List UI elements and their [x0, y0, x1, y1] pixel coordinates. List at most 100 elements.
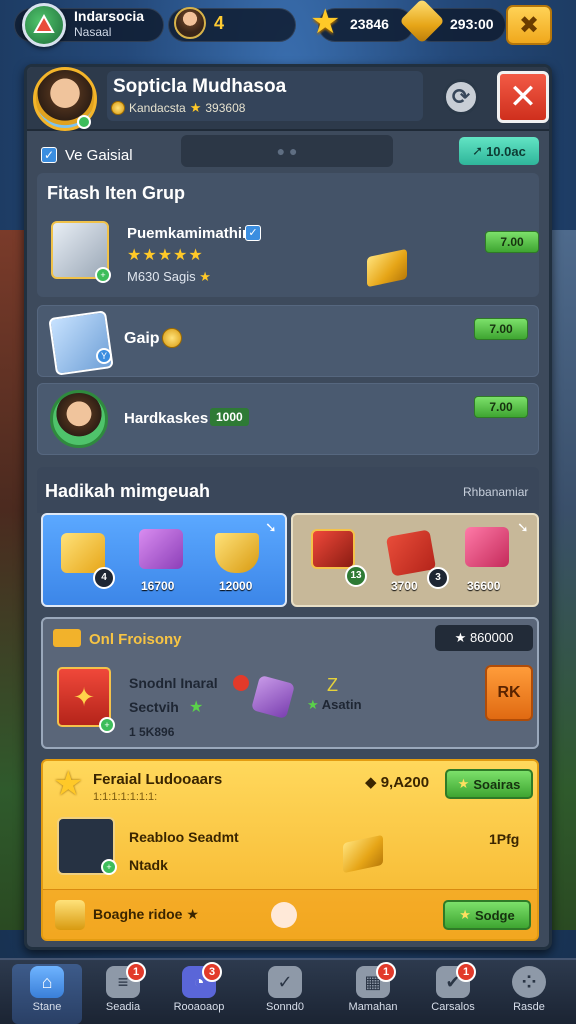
notification-badge: 1: [376, 962, 396, 982]
special-title: Feraial Ludooaars: [93, 771, 223, 788]
gift-box-icon: [61, 533, 105, 573]
star-icon: ★: [457, 776, 470, 791]
arrow-icon: ➚: [472, 143, 484, 158]
refresh-button[interactable]: ⟳: [443, 79, 479, 115]
top-close-button[interactable]: ✖: [506, 5, 552, 45]
item-badge-icon: +: [95, 267, 111, 283]
featured-title: Fitash Iten Grup: [47, 183, 186, 203]
ticket-icon: [53, 629, 81, 647]
featured-item[interactable]: Y Gaip 7.00: [37, 305, 539, 377]
star-currency-value: 23846: [350, 16, 389, 32]
guild-emblem-icon[interactable]: [22, 3, 66, 47]
guild-panel: Sopticla Mudhasoa Kandacsta ★ 393608 ⟳ ✕…: [24, 64, 552, 950]
item-rating: ★★★★★: [127, 247, 204, 264]
reward-value: 36600: [467, 579, 501, 593]
strip-action-button[interactable]: ➚ 10.0ac: [459, 137, 539, 165]
special-line-1: Reabloo Seadmt: [129, 829, 239, 845]
close-button[interactable]: ✕: [497, 71, 549, 123]
star-icon: ★: [199, 269, 211, 284]
ticket-icon: [55, 900, 85, 930]
nav-item-calendar[interactable]: ▦ 1 Mamahan: [338, 962, 408, 1024]
star-icon: ★: [189, 699, 204, 716]
special-offer-card: ★ Feraial Ludooaars 1:1:1:1:1:1:1: ◆ 9,A…: [41, 759, 539, 941]
special-top-button-label: Soairas: [473, 776, 521, 792]
reward-value: 3700: [391, 579, 418, 593]
offer-title: Onl Froisony: [89, 631, 182, 648]
offer-pill: ★ 860000: [435, 625, 533, 651]
arrow-icon: ➘: [517, 519, 529, 535]
item-buy-button[interactable]: 7.00: [485, 231, 539, 253]
checkbox-icon[interactable]: ✓: [41, 147, 57, 163]
special-footer-button-label: Sodge: [474, 907, 515, 923]
gold-gift-icon: [343, 834, 383, 874]
offer-buy-button[interactable]: RK: [485, 665, 533, 721]
star-icon: ★: [189, 100, 202, 115]
item-meta-text: M630 Sagis: [127, 269, 196, 284]
gold-shield-icon: [215, 533, 259, 573]
profile-subline-label: Kandacsta: [129, 101, 186, 115]
guild-sub: Nasaal: [74, 25, 112, 39]
nav-label: Mamahan: [348, 1001, 398, 1013]
nav-label: Rooaoaop: [173, 1001, 225, 1013]
star-icon: ★: [454, 630, 467, 645]
nav-item-shield[interactable]: ✓ Sonnd0: [250, 964, 320, 1024]
nav-item-settings[interactable]: ⁘ Rasde: [494, 964, 564, 1024]
guild-info: Indarsocia Nasaal: [74, 8, 144, 40]
card-item-icon: [48, 310, 114, 376]
item-badge-icon: +: [101, 859, 117, 875]
notification-badge: 1: [456, 962, 476, 982]
reward-value: 12000: [219, 579, 253, 593]
item-buy-button[interactable]: 7.00: [474, 318, 528, 340]
reward-count: 13: [345, 565, 367, 587]
offer-line-1: Snodnl Inaral: [129, 675, 218, 691]
guild-name: Indarsocia: [74, 8, 145, 24]
level-value: 4: [214, 13, 225, 33]
diamond-icon: ◆: [365, 774, 377, 791]
special-footer-text: Boaghe ridoe: [93, 906, 183, 922]
item-chip: 1000: [210, 408, 249, 426]
red-gift-icon: [311, 529, 355, 569]
offer-card: Onl Froisony ★ 860000 ✦ + Snodnl Inaral …: [41, 617, 539, 749]
special-top-button[interactable]: ★ Soairas: [445, 769, 533, 799]
special-right-value: 1Pfg: [489, 831, 520, 847]
close-icon: ✖: [518, 11, 540, 39]
nav-label: Rasde: [513, 1001, 545, 1013]
special-price-value: 9,A200: [380, 774, 430, 791]
item-badge-icon: +: [99, 717, 115, 733]
nav-item-tasks[interactable]: ≡ 1 Seadia: [88, 962, 158, 1024]
strip-center: ● ●: [181, 135, 393, 167]
nav-item-checks[interactable]: ✔ 1 Carsalos: [418, 962, 488, 1024]
item-name: Puemkamimathin: [127, 225, 252, 242]
star-icon: ★: [307, 697, 319, 712]
special-line-2: Ntadk: [129, 857, 168, 873]
settings-icon: ⁘: [512, 966, 546, 998]
refresh-icon: ⟳: [451, 84, 471, 109]
item-buy-button[interactable]: 7.00: [474, 396, 528, 418]
nav-item-home[interactable]: ⌂ Stane: [12, 964, 82, 1024]
reward-panel-left[interactable]: ➘ 4 5c 16700 12000: [41, 513, 287, 607]
item-meta: M630 Sagis ★: [127, 269, 211, 285]
strip-button-label: 10.0ac: [486, 143, 526, 159]
coin-icon: [162, 328, 182, 348]
star-icon: ★: [459, 907, 471, 922]
badge-icon: [271, 902, 297, 928]
featured-item[interactable]: Hardkaskes 1000 7.00: [37, 383, 539, 455]
reward-panel-right[interactable]: ➘ 13 3 3700 36600: [291, 513, 539, 607]
notification-badge: 3: [202, 962, 222, 982]
red-box-icon: [385, 529, 437, 577]
offer-line-3: 1 5K896: [129, 725, 175, 739]
member-avatar-icon: [50, 390, 108, 448]
red-dot-icon: [233, 675, 249, 691]
special-price: ◆ 9,A200: [365, 773, 429, 791]
item-name: Gaip: [124, 330, 160, 347]
arrow-icon: ➘: [265, 519, 277, 535]
player-avatar-icon[interactable]: [174, 7, 206, 39]
gold-currency-value: 293:00: [450, 16, 494, 32]
music-box-icon: [139, 529, 183, 569]
z-icon: Z: [327, 675, 338, 695]
special-footer-button[interactable]: ★ Sodge: [443, 900, 531, 930]
notification-badge: 1: [126, 962, 146, 982]
bottom-nav: ⌂ Stane ≡ 1 Seadia ◔ 3 Rooaoaop ✓ Sonnd0…: [0, 958, 576, 1024]
offer-side-label: ★ Asatin: [307, 697, 362, 713]
nav-item-chat[interactable]: ◔ 3 Rooaoaop: [164, 962, 234, 1024]
